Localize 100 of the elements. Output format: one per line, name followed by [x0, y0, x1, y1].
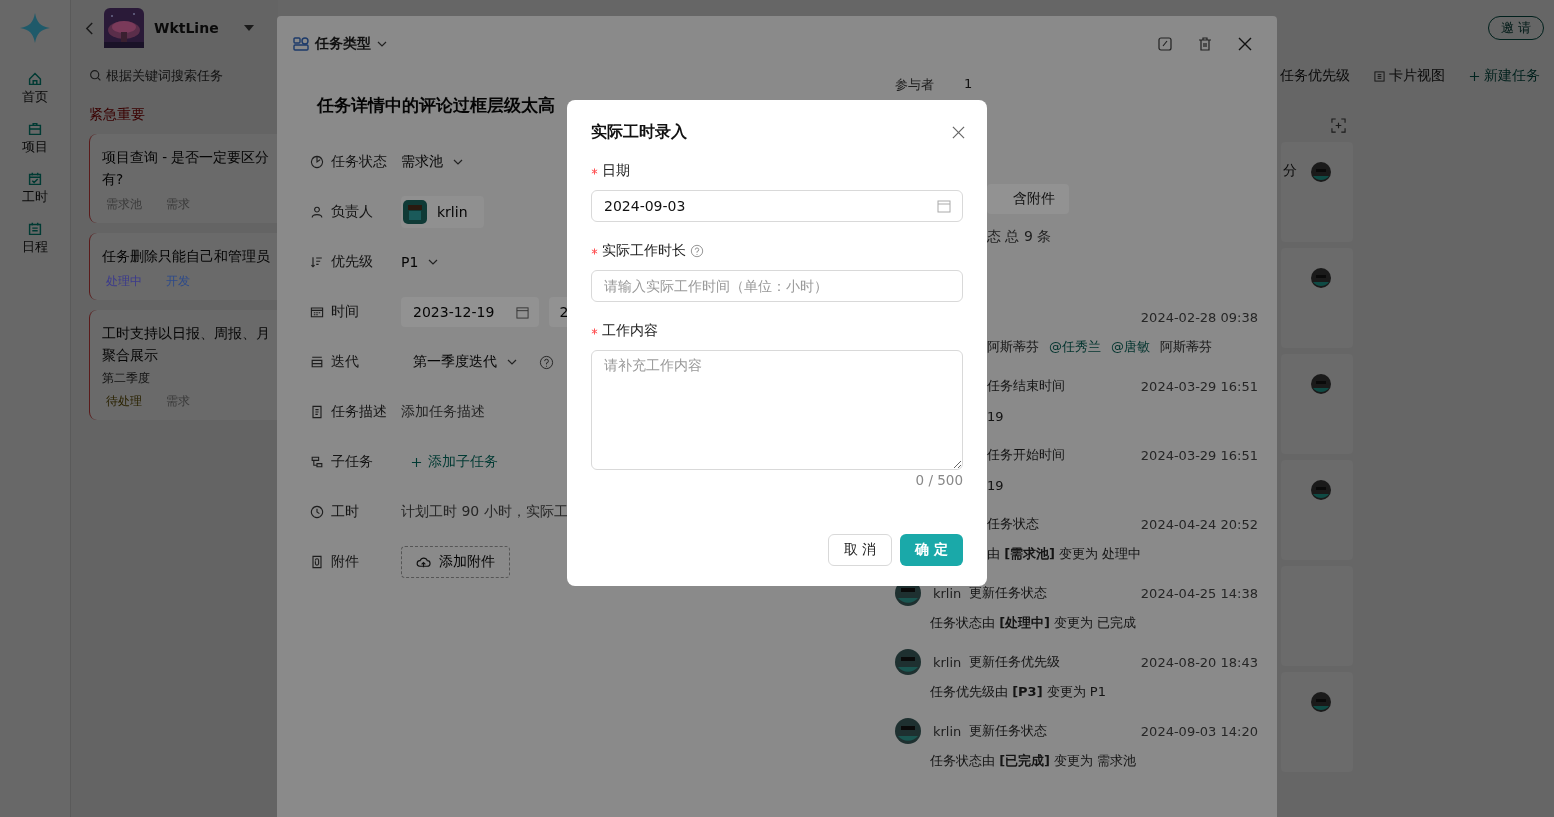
- assignee-name[interactable]: krlin: [437, 204, 468, 220]
- caret-icon[interactable]: [244, 25, 254, 31]
- chevron-down-icon[interactable]: [428, 259, 439, 265]
- chevron-down-icon[interactable]: [377, 41, 387, 47]
- plus-icon[interactable]: [1469, 70, 1480, 82]
- activity-time: 2024-03-29 16:51: [1140, 378, 1258, 394]
- close-icon[interactable]: [1237, 36, 1253, 52]
- task-tag: 开发: [162, 273, 194, 290]
- fullscreen-icon[interactable]: [1331, 118, 1346, 133]
- calendar-icon[interactable]: [516, 305, 530, 319]
- board-card[interactable]: [1281, 460, 1353, 560]
- toolbar-button[interactable]: 新建任务: [1484, 67, 1540, 85]
- toolbar-button[interactable]: 任务优先级: [1280, 67, 1350, 85]
- activity-time: 2024-02-28 09:38: [1140, 309, 1258, 325]
- chevron-down-icon[interactable]: [507, 359, 517, 365]
- search-field[interactable]: 根据关键词搜索任务: [106, 67, 276, 83]
- field-label: 迭代: [331, 353, 360, 371]
- add-subtask-link[interactable]: 添加子任务: [428, 453, 498, 471]
- task-tag: 待处理: [102, 393, 146, 410]
- delete-icon[interactable]: [1197, 36, 1213, 52]
- calendar-icon[interactable]: [26, 220, 44, 238]
- add-attachment-button[interactable]: 添加附件: [401, 546, 510, 578]
- avatar: [1311, 480, 1331, 500]
- iteration-value[interactable]: 第一季度迭代: [413, 353, 497, 371]
- edit-icon[interactable]: [1157, 36, 1173, 52]
- activity-detail: 任务优先级由 [P3] 变更为 P1: [930, 683, 1106, 701]
- calendar-icon: [309, 304, 325, 320]
- project-name: WktLine: [154, 20, 220, 36]
- search-icon: [89, 68, 102, 82]
- activity-action: 任务结束时间: [987, 377, 1065, 395]
- activity-summary: 态 总 9 条: [987, 228, 1052, 246]
- activity-action: 任务状态: [987, 515, 1039, 533]
- textarea-field[interactable]: 请补充工作内容: [591, 350, 963, 470]
- mention-link[interactable]: @任秀兰: [1049, 338, 1101, 356]
- work-hours-text: 计划工时 90 小时，实际工: [401, 503, 568, 521]
- activity-detail: 由 [需求池] 变更为 处理中: [987, 545, 1142, 563]
- board-card[interactable]: [1281, 354, 1353, 454]
- task-title: 项目查询 - 是否一定要区分: [102, 148, 270, 167]
- participants-label: 参与者: [895, 76, 934, 94]
- sort-icon: [309, 254, 325, 270]
- board-card[interactable]: 分: [1281, 142, 1353, 242]
- character-counter: 0 / 500: [915, 472, 963, 488]
- avatar: [1311, 268, 1331, 288]
- comment-text: 阿斯蒂芬: [987, 338, 1039, 356]
- task-title: 工时支持以日报、周报、月: [102, 324, 270, 343]
- activity-action: 更新任务优先级: [969, 653, 1061, 671]
- group-title: 紧急重要: [89, 106, 146, 124]
- status-icon: [309, 154, 325, 170]
- filter-tab[interactable]: 含附件: [987, 184, 1069, 214]
- board-card[interactable]: [1281, 248, 1353, 348]
- card-title: 分: [1283, 162, 1297, 180]
- subtask-icon: [309, 454, 325, 470]
- back-icon[interactable]: [85, 20, 94, 36]
- cancel-button[interactable]: 取 消: [827, 534, 893, 566]
- field-label: 日期: [602, 162, 630, 180]
- field-label: 工时: [331, 503, 360, 521]
- home-icon[interactable]: [26, 70, 44, 88]
- field-label: 任务状态: [331, 153, 388, 171]
- field-label: 优先级: [331, 253, 374, 271]
- field-label: 实际工作时长: [602, 242, 686, 260]
- nav-label[interactable]: 日程: [22, 238, 48, 256]
- avatar: [1311, 162, 1331, 182]
- grid-icon[interactable]: [1374, 70, 1385, 82]
- field-label: 附件: [331, 553, 360, 571]
- nav-label[interactable]: 项目: [22, 138, 48, 156]
- calendar-check-icon[interactable]: [26, 170, 44, 188]
- chevron-down-icon[interactable]: [453, 159, 463, 165]
- activity-time: 2024-09-03 14:20: [1140, 723, 1258, 739]
- toolbar-button[interactable]: 卡片视图: [1389, 67, 1445, 85]
- calendar-icon[interactable]: [937, 199, 951, 213]
- field-label: 时间: [331, 303, 360, 321]
- nav-label[interactable]: 工时: [22, 188, 48, 206]
- board-card[interactable]: [1281, 672, 1353, 772]
- help-icon[interactable]: [539, 354, 554, 370]
- activity-time: 2024-04-24 20:52: [1140, 516, 1258, 532]
- avatar: [1311, 692, 1331, 712]
- description-field[interactable]: 添加任务描述: [401, 403, 485, 421]
- activity-action: 更新任务状态: [969, 722, 1048, 740]
- close-icon[interactable]: [952, 125, 965, 139]
- mention-link[interactable]: @唐敏: [1111, 338, 1150, 356]
- field-label: 工作内容: [602, 322, 658, 340]
- help-icon[interactable]: [690, 244, 704, 258]
- field-value[interactable]: 需求池: [401, 153, 443, 171]
- plus-icon[interactable]: [411, 456, 422, 468]
- avatar: [1311, 374, 1331, 394]
- clock-icon: [309, 504, 325, 520]
- activity-user: krlin: [933, 654, 962, 670]
- nav-label[interactable]: 首页: [22, 88, 48, 106]
- task-title: 任务删除只能自己和管理员: [102, 247, 270, 266]
- list-icon: [309, 354, 325, 370]
- activity-time: 2024-04-25 14:38: [1140, 585, 1258, 601]
- activity-detail: 19: [987, 408, 1004, 424]
- folder-icon[interactable]: [26, 120, 44, 138]
- activity-detail: 19: [987, 477, 1004, 493]
- confirm-button[interactable]: 确 定: [900, 534, 963, 566]
- field-value[interactable]: P1: [401, 254, 419, 270]
- activity-detail: 任务状态由 [处理中] 变更为 已完成: [930, 614, 1137, 632]
- date-field[interactable]: 2024-09-03: [591, 190, 963, 222]
- task-type-select[interactable]: 任务类型: [315, 35, 371, 53]
- input-field[interactable]: 请输入实际工作时间（单位：小时）: [591, 270, 963, 302]
